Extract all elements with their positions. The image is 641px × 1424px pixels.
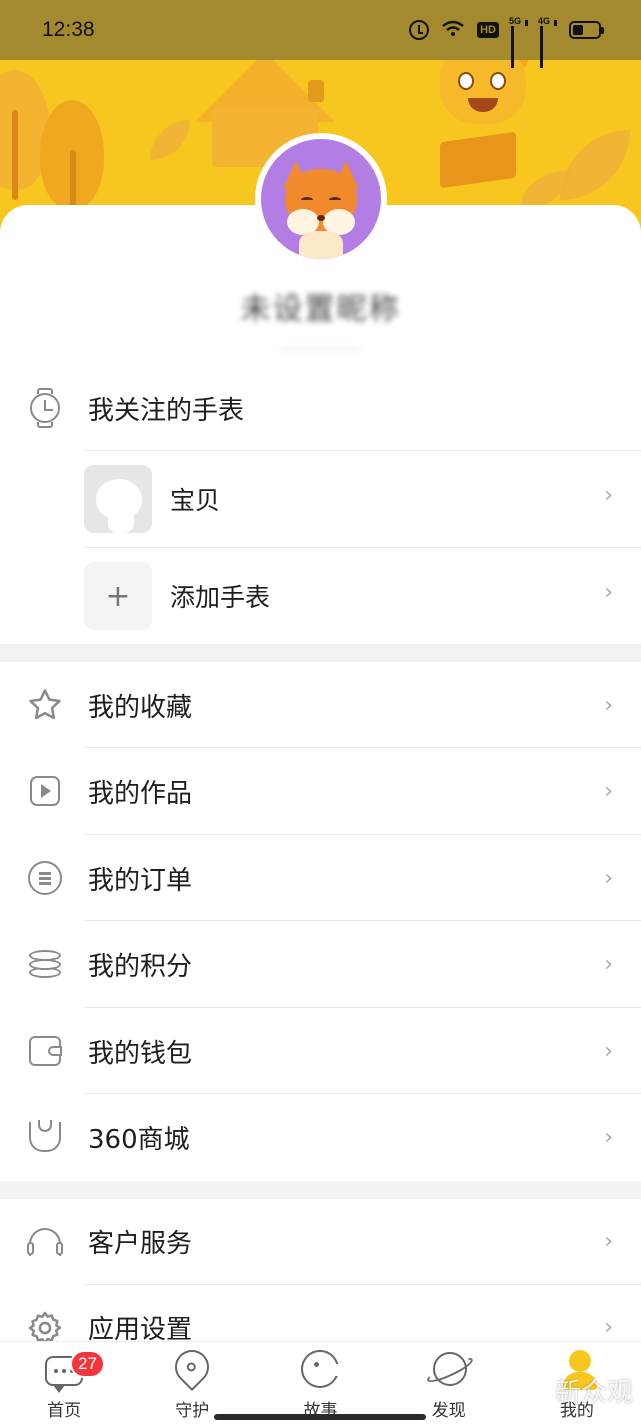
signal-4g-icon: 4G: [538, 16, 557, 68]
menu-item-label: 我的积分: [88, 951, 193, 982]
battery-icon: [569, 21, 604, 39]
signal-4g-label: 4G: [538, 16, 551, 26]
home-indicator[interactable]: [214, 1414, 426, 1420]
chevron-right-icon: ›: [604, 1315, 613, 1340]
tab-label: 首页: [47, 1401, 82, 1421]
mascot-illustration: [440, 25, 550, 189]
hd-voice-icon: HD: [477, 22, 499, 38]
list-icon: [26, 859, 64, 897]
wifi-icon: [441, 19, 465, 41]
notification-badge: 27: [70, 1350, 105, 1378]
avatar[interactable]: [255, 133, 387, 265]
status-time: 12:38: [42, 18, 95, 41]
chevron-right-icon: ›: [604, 580, 613, 605]
profile-account-id: ·············: [280, 340, 361, 359]
wallet-icon: [26, 1032, 64, 1070]
menu-item-favorites[interactable]: 我的收藏 ›: [0, 662, 641, 748]
chevron-right-icon: ›: [604, 951, 613, 977]
menu-item-works[interactable]: 我的作品 ›: [0, 748, 641, 834]
menu-item-label: 我的钱包: [88, 1038, 193, 1069]
headset-icon: [26, 1223, 64, 1261]
tab-home[interactable]: 27 首页: [0, 1342, 128, 1424]
add-watch-button[interactable]: + 添加手表 ›: [84, 548, 641, 644]
menu-item-mall[interactable]: 360商城 ›: [0, 1094, 641, 1180]
chevron-right-icon: ›: [604, 692, 613, 718]
location-pin-icon: [168, 1342, 217, 1392]
watch-item-baby[interactable]: 宝贝 ›: [84, 451, 641, 547]
child-avatar: [84, 465, 152, 533]
menu-item-label: 我的作品: [88, 778, 193, 809]
chevron-right-icon: ›: [604, 483, 613, 508]
tab-story[interactable]: 故事: [256, 1342, 384, 1424]
menu-item-label: 我的收藏: [88, 692, 193, 723]
signal-5g-icon: 5G: [509, 16, 528, 68]
chevron-right-icon: ›: [604, 1038, 613, 1064]
video-icon: [26, 772, 64, 810]
tab-discover[interactable]: 发现: [385, 1342, 513, 1424]
star-icon: [26, 686, 64, 724]
watch-icon: [26, 388, 64, 428]
menu-item-wallet[interactable]: 我的钱包 ›: [0, 1008, 641, 1094]
chevron-right-icon: ›: [604, 1124, 613, 1150]
coins-icon: [26, 945, 64, 983]
tab-guard[interactable]: 守护: [128, 1342, 256, 1424]
bottom-tab-bar: 27 首页 守护 故事 发现 我的: [0, 1341, 641, 1424]
menu-item-points[interactable]: 我的积分 ›: [0, 921, 641, 1007]
menu-item-label: 360商城: [88, 1124, 190, 1155]
story-icon: [300, 1350, 341, 1390]
status-bar: 12:38 HD 5G 4G: [0, 0, 641, 68]
planet-icon: [424, 1350, 475, 1390]
alarm-icon: [409, 20, 430, 40]
tab-label: 守护: [175, 1401, 210, 1421]
profile-nickname[interactable]: 未设置昵称: [0, 284, 641, 328]
watch-section-header: 我关注的手表: [0, 378, 641, 438]
menu-item-customer-service[interactable]: 客户服务 ›: [0, 1199, 641, 1284]
shopping-bag-icon: [26, 1118, 64, 1156]
menu-item-label: 我的订单: [88, 865, 193, 896]
tab-label: 发现: [431, 1401, 466, 1421]
chevron-right-icon: ›: [604, 1229, 613, 1254]
watch-section-title: 我关注的手表: [88, 395, 245, 426]
menu-item-orders[interactable]: 我的订单 ›: [0, 835, 641, 921]
menu-item-label: 客户服务: [88, 1229, 193, 1259]
chevron-right-icon: ›: [604, 778, 613, 804]
watch-item-label: 宝贝: [170, 486, 221, 515]
add-watch-label: 添加手表: [170, 583, 271, 612]
section-gap: [0, 1181, 641, 1199]
plus-icon: +: [84, 562, 152, 630]
chevron-right-icon: ›: [604, 865, 613, 891]
signal-5g-label: 5G: [509, 16, 522, 26]
section-gap: [0, 644, 641, 662]
fox-avatar-icon: [261, 139, 381, 259]
watermark: 新众观: [554, 1378, 633, 1408]
